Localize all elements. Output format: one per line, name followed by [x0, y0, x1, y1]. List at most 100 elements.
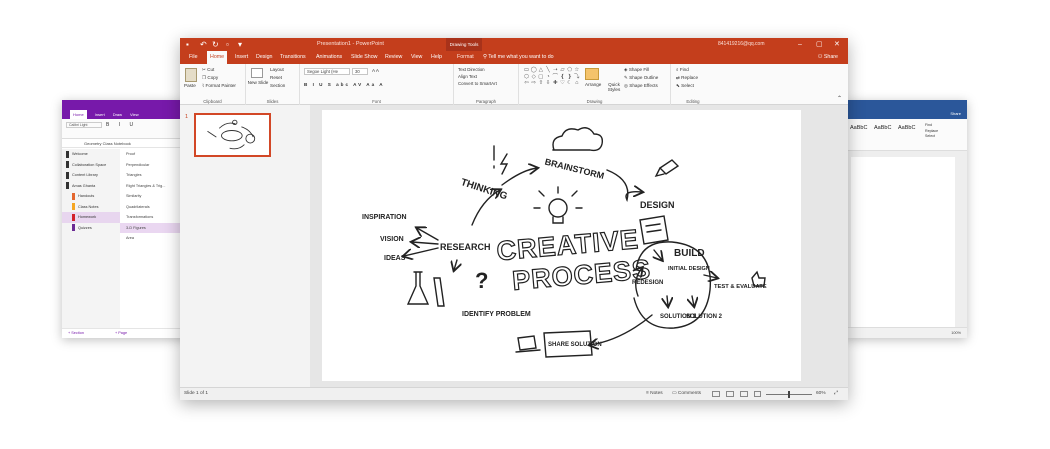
tab-slide-show[interactable]: Slide Show: [348, 51, 381, 64]
shape-outline-button[interactable]: ✎ Shape Outline: [624, 75, 658, 81]
share-button[interactable]: ⚇ Share: [818, 51, 838, 64]
font-format-buttons[interactable]: B I U S abc AV Aa A: [304, 82, 385, 88]
fit-to-window-icon[interactable]: ⤢: [834, 388, 838, 400]
section-item[interactable]: Welcome: [62, 149, 120, 160]
font-grow-shrink[interactable]: A A: [372, 68, 379, 74]
section-item[interactable]: Content Library: [62, 170, 120, 181]
new-slide-button[interactable]: New Slide: [247, 80, 269, 85]
paragraph-group-label: Paragraph: [475, 99, 497, 104]
slide-thumbnail[interactable]: [194, 113, 271, 157]
shape-effects-button[interactable]: ◎ Shape Effects: [624, 83, 658, 89]
section-item[interactable]: Amas Ghanta: [62, 181, 120, 192]
undo-icon[interactable]: ↶: [200, 39, 207, 50]
shape-icon: ╲: [546, 67, 550, 73]
section-item[interactable]: Collaboration Space: [62, 160, 120, 171]
new-slide-icon[interactable]: [251, 68, 263, 78]
slide-canvas[interactable]: CREATIVE PROCESS ? THINKING BRAINSTORM D…: [322, 110, 801, 381]
label-design: DESIGN: [640, 200, 675, 210]
find-button[interactable]: ⌕ Find: [676, 67, 689, 73]
onenote-tab-view[interactable]: View: [130, 110, 139, 119]
zoom-slider-thumb[interactable]: [788, 391, 790, 398]
slideshow-view-icon[interactable]: [754, 391, 761, 397]
word-zoom-level[interactable]: 100%: [951, 331, 961, 335]
zoom-level[interactable]: 60%: [816, 388, 826, 400]
tab-insert[interactable]: Insert: [232, 51, 251, 64]
tab-design[interactable]: Design: [253, 51, 276, 64]
paste-icon[interactable]: [185, 68, 197, 82]
cut-button[interactable]: ✂ Cut: [202, 67, 214, 73]
onenote-tab-draw[interactable]: Draw: [113, 110, 122, 119]
tab-format[interactable]: Format: [454, 51, 477, 64]
save-icon[interactable]: ▪: [186, 39, 189, 50]
word-select-button[interactable]: Select: [925, 134, 938, 140]
onenote-tab-insert[interactable]: Insert: [95, 110, 105, 119]
arrange-icon[interactable]: [585, 68, 599, 80]
add-section-button[interactable]: + Section: [68, 331, 84, 335]
comments-button[interactable]: ▭ Comments: [672, 388, 701, 400]
notes-label: Notes: [650, 391, 663, 396]
paste-button[interactable]: Paste: [184, 83, 196, 89]
slide-sorter-icon[interactable]: [726, 391, 734, 397]
question-mark-icon: ?: [475, 268, 488, 293]
shape-icon: ▭: [523, 67, 530, 73]
replace-button[interactable]: ⇄ Replace: [676, 75, 698, 81]
shapes-gallery[interactable]: ▭ ◯ △ ╲ ➝ ▱ ⬠ ☆ ⬡ ◇ ▢ ◔ ⌒ ❴ ❵ ⤵ ⇦ ⇨ ⇧ ⇩ ✚ ♡ ☾ ⌂: [523, 67, 581, 93]
customize-qat-icon[interactable]: ▾: [238, 39, 242, 50]
section-item[interactable]: Class Notes: [62, 202, 120, 213]
slide-counter: Slide 1 of 1: [184, 391, 209, 396]
tab-view[interactable]: View: [408, 51, 425, 64]
ppt-ribbon: Paste ✂ Cut ❐ Copy ⌇ Format Painter Clip…: [180, 64, 848, 105]
shape-icon: ◇: [531, 73, 536, 80]
text-direction-button[interactable]: Text Direction: [458, 67, 485, 73]
font-size-box[interactable]: 30: [352, 68, 368, 75]
onenote-font-box[interactable]: Calibri Light: [66, 122, 102, 128]
section-item[interactable]: Quizzes: [62, 223, 120, 234]
add-page-button[interactable]: + Page: [115, 331, 127, 335]
onenote-ribbon: Calibri Light B I U: [62, 119, 192, 139]
close-icon[interactable]: ✕: [834, 38, 840, 51]
collapse-ribbon-icon[interactable]: ⌃: [837, 96, 842, 102]
onenote-notebook-title[interactable]: Geometry Class Notebook: [84, 141, 131, 146]
section-label: Class Notes: [78, 204, 99, 209]
select-button[interactable]: ⬉ Select: [676, 83, 694, 89]
maximize-icon[interactable]: ▢: [816, 38, 823, 51]
copy-button[interactable]: ❐ Copy: [202, 75, 218, 81]
word-style-heading1[interactable]: AaBbC: [874, 125, 891, 131]
align-text-button[interactable]: Align Text: [458, 74, 477, 80]
notes-button[interactable]: ≡ Notes: [646, 388, 663, 400]
shape-effects-label: Shape Effects: [629, 83, 658, 88]
minimize-icon[interactable]: –: [798, 38, 802, 51]
onenote-format-buttons[interactable]: B I U: [106, 122, 137, 128]
tab-home[interactable]: Home: [207, 51, 228, 64]
present-icon[interactable]: ▫: [226, 39, 229, 50]
reading-view-icon[interactable]: [740, 391, 748, 397]
word-document-page[interactable]: [851, 157, 955, 329]
redo-icon[interactable]: ↻: [212, 39, 219, 50]
layout-button[interactable]: Layout: [270, 67, 284, 73]
word-style-heading2[interactable]: AaBbC: [898, 125, 915, 131]
onenote-tab-home[interactable]: Home: [70, 110, 87, 119]
label-brainstorm: BRAINSTORM: [544, 157, 605, 181]
section-button[interactable]: Section: [270, 83, 285, 89]
normal-view-icon[interactable]: [712, 391, 720, 397]
tab-transitions[interactable]: Transitions: [277, 51, 309, 64]
font-name-box[interactable]: Segoe Light (He: [304, 68, 350, 75]
tab-animations[interactable]: Animations: [313, 51, 345, 64]
quick-styles-button[interactable]: Quick Styles: [605, 82, 623, 92]
tab-help[interactable]: Help: [428, 51, 445, 64]
section-item[interactable]: Homework: [62, 212, 120, 223]
format-painter-button[interactable]: ⌇ Format Painter: [202, 83, 236, 89]
tab-review[interactable]: Review: [382, 51, 405, 64]
reset-button[interactable]: Reset: [270, 75, 282, 81]
word-share-button[interactable]: Share: [950, 111, 961, 116]
drawing-group: ▭ ◯ △ ╲ ➝ ▱ ⬠ ☆ ⬡ ◇ ▢ ◔ ⌒ ❴ ❵ ⤵ ⇦ ⇨ ⇧ ⇩ ✚ ♡ ☾ ⌂ Arrange Quick…: [519, 64, 671, 105]
arrange-button[interactable]: Arrange: [585, 82, 601, 88]
account-name[interactable]: 841419216@qq.com: [718, 40, 765, 49]
section-color-tab: [72, 203, 75, 211]
section-item[interactable]: Handouts: [62, 191, 120, 202]
tell-me-search[interactable]: ⚲ Tell me what you want to do: [483, 51, 554, 64]
convert-smartart-button[interactable]: Convert to SmartArt: [458, 81, 497, 87]
word-style-normal[interactable]: AaBbC: [850, 125, 867, 131]
tab-file[interactable]: File: [186, 51, 201, 64]
shape-fill-button[interactable]: ◈ Shape Fill: [624, 67, 649, 73]
